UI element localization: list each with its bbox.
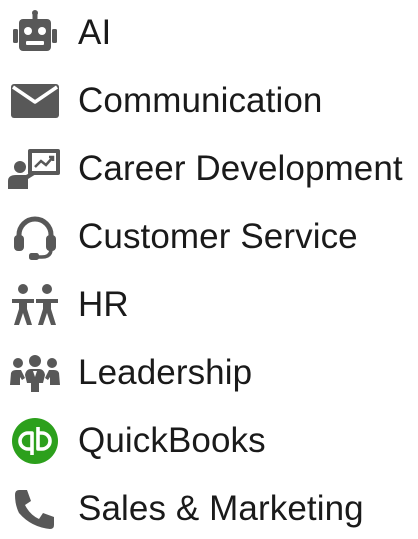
category-menu: AI Communication Career Development Cust… xyxy=(0,0,418,535)
menu-item-label: Leadership xyxy=(78,353,253,392)
menu-item-sales-marketing[interactable]: Sales & Marketing xyxy=(0,479,418,539)
menu-item-label: HR xyxy=(78,285,129,324)
menu-item-quickbooks[interactable]: QuickBooks xyxy=(0,411,418,471)
menu-item-communication[interactable]: Communication xyxy=(0,71,418,131)
menu-item-label: Sales & Marketing xyxy=(78,489,364,528)
phone-icon xyxy=(8,482,62,536)
menu-item-label: Career Development xyxy=(78,149,403,188)
menu-item-label: QuickBooks xyxy=(78,421,266,460)
menu-item-label: Communication xyxy=(78,81,323,120)
robot-icon xyxy=(8,6,62,60)
people-icon xyxy=(8,278,62,332)
menu-item-ai[interactable]: AI xyxy=(0,3,418,63)
presentation-icon xyxy=(8,142,62,196)
menu-item-customer-service[interactable]: Customer Service xyxy=(0,207,418,267)
quickbooks-logo-icon xyxy=(8,414,62,468)
envelope-icon xyxy=(8,74,62,128)
menu-item-career-development[interactable]: Career Development xyxy=(0,139,418,199)
headset-icon xyxy=(8,210,62,264)
menu-item-leadership[interactable]: Leadership xyxy=(0,343,418,403)
menu-item-hr[interactable]: HR xyxy=(0,275,418,335)
menu-item-label: AI xyxy=(78,13,112,52)
group-icon xyxy=(8,346,62,400)
menu-item-label: Customer Service xyxy=(78,217,358,256)
